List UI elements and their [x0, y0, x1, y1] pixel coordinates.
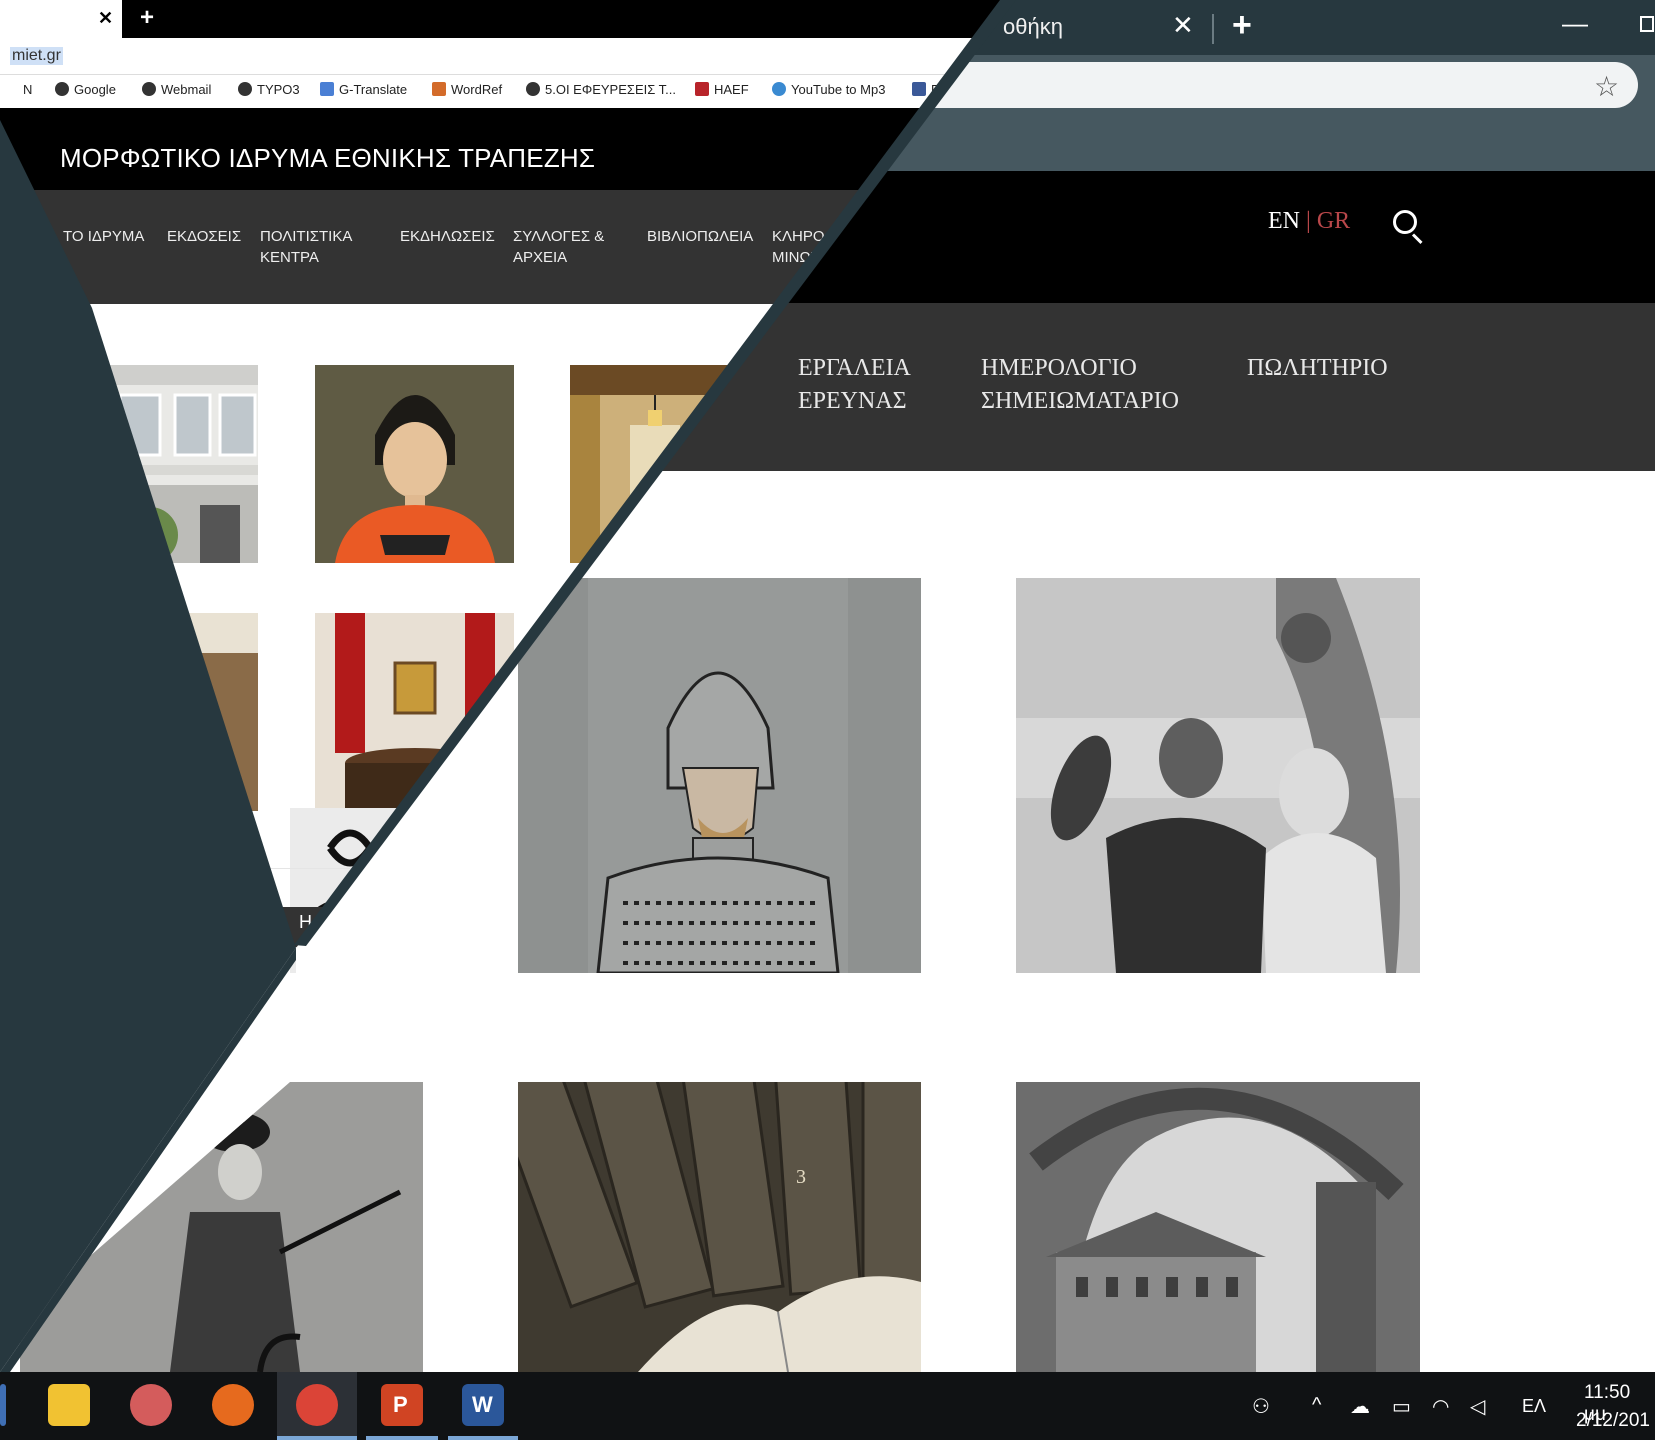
- right-new-tab-button[interactable]: +: [1232, 6, 1252, 45]
- bookmark-youtube-mp3[interactable]: YouTube to Mp3: [772, 82, 885, 97]
- powerpoint-icon[interactable]: P: [381, 1384, 423, 1426]
- bookmark-g-translate[interactable]: G-Translate: [320, 82, 407, 97]
- bookmark-label: TYPO3: [257, 82, 300, 97]
- bookmark-label: 5.ΟΙ ΕΦΕΥΡΕΣΕΙΣ Τ...: [545, 82, 676, 97]
- gallery-tile-knight-sketch[interactable]: [518, 578, 921, 973]
- paint-icon[interactable]: [130, 1384, 172, 1426]
- show-hidden-icons-chevron-icon[interactable]: ^: [1312, 1394, 1321, 1417]
- haef-icon: [695, 82, 709, 96]
- globe-icon: [526, 82, 540, 96]
- nav-calendar-notebook[interactable]: ΗΜΕΡΟΛΟΓΙΟ ΣΗΜΕΙΩΜΑΤΑΡΙΟ: [981, 352, 1179, 418]
- lang-gr-link[interactable]: GR: [1317, 208, 1350, 234]
- left-new-tab-button[interactable]: +: [140, 4, 154, 32]
- bookmark-n[interactable]: N: [23, 82, 32, 97]
- start-edge-icon[interactable]: [0, 1384, 6, 1426]
- people-icon[interactable]: ⚇: [1252, 1394, 1270, 1419]
- nav-publications[interactable]: ΕΚΔΟΣΕΙΣ: [167, 226, 241, 247]
- bookmark-wordref[interactable]: WordRef: [432, 82, 502, 97]
- globe-icon: [142, 82, 156, 96]
- right-tab-close-icon[interactable]: ✕: [1172, 10, 1194, 41]
- bookmark-label: Webmail: [161, 82, 212, 97]
- old-books-image: [518, 1082, 921, 1372]
- gallery-tile-building[interactable]: [100, 365, 258, 563]
- book-spine-number: 3: [796, 1166, 806, 1188]
- nav-collections-archives[interactable]: ΣΥΛΛΟΓΕΣ & ΑΡΧΕΙΑ: [513, 226, 604, 268]
- chrome-active-indicator: [277, 1436, 357, 1440]
- bookmark-star-icon[interactable]: ☆: [1594, 70, 1619, 103]
- nav-events[interactable]: ΕΚΔΗΛΩΣΕΙΣ: [400, 226, 495, 247]
- translate-icon: [320, 82, 334, 96]
- url-text[interactable]: miet.gr: [10, 47, 63, 65]
- word-icon[interactable]: W: [462, 1384, 504, 1426]
- nav-calendar-line1: ΗΜΕΡΟΛΟΓΙΟ: [981, 355, 1137, 381]
- nav-bookstores[interactable]: ΒΙΒΛΙΟΠΩΛΕΙΑ: [647, 226, 753, 247]
- onedrive-cloud-icon[interactable]: ☁: [1350, 1394, 1370, 1419]
- wifi-icon[interactable]: ◠: [1432, 1394, 1449, 1419]
- nav-calendar-line2: ΣΗΜΕΙΩΜΑΤΑΡΙΟ: [981, 388, 1179, 414]
- bookmark-label: N: [23, 82, 33, 97]
- bookmark-label: YouTube to Mp3: [791, 82, 886, 97]
- left-tab-close-icon[interactable]: ✕: [98, 8, 113, 29]
- bookmark-typo3[interactable]: TYPO3: [238, 82, 300, 97]
- right-tab-title[interactable]: οθήκη: [1003, 14, 1063, 40]
- nav-research-tools-line1: ΕΡΓΑΛΕΙΑ: [798, 355, 911, 381]
- maximize-button[interactable]: [1640, 16, 1654, 32]
- bookmark-label: WordRef: [451, 82, 503, 97]
- gallery-tile-arch-engraving[interactable]: [1016, 1082, 1420, 1372]
- globe-icon: [238, 82, 252, 96]
- gallery-tile-woman-painting[interactable]: [315, 365, 514, 563]
- bookmark-inventions[interactable]: 5.ΟΙ ΕΦΕΥΡΕΣΕΙΣ Τ...: [526, 82, 676, 97]
- nav-research-tools-line2: ΕΡΕΥΝΑΣ: [798, 388, 907, 414]
- arch-engraving-image: [1016, 1082, 1420, 1372]
- bookmark-label: G-Translate: [339, 82, 408, 97]
- volume-icon[interactable]: ◁: [1470, 1394, 1485, 1419]
- chrome-icon[interactable]: [296, 1384, 338, 1426]
- bookmark-google[interactable]: Google: [55, 82, 116, 97]
- word-letter: W: [472, 1392, 493, 1417]
- download-icon: [772, 82, 786, 96]
- file-explorer-icon[interactable]: [48, 1384, 90, 1426]
- search-icon[interactable]: [1393, 210, 1417, 234]
- nav-research-tools[interactable]: ΕΡΓΑΛΕΙΑ ΕΡΕΥΝΑΣ: [798, 352, 911, 418]
- bookmark-webmail[interactable]: Webmail: [142, 82, 211, 97]
- gallery-tile-figurehead-photo[interactable]: [1016, 578, 1420, 973]
- nav-cultural-centers[interactable]: ΠΟΛΙΤΙΣΤΙΚΑ ΚΕΝΤΡΑ: [260, 226, 352, 268]
- bookmark-facebook[interactable]: F: [912, 82, 939, 97]
- exhibition-room-image: [100, 613, 258, 811]
- right-address-bar[interactable]: [880, 62, 1638, 108]
- globe-icon: [55, 82, 69, 96]
- nav-collections-line1: ΣΥΛΛΟΓΕΣ &: [513, 228, 605, 245]
- knight-sketch-image: [518, 578, 921, 973]
- lang-en-link[interactable]: EN: [1268, 208, 1300, 234]
- woman-painting-image: [315, 365, 514, 563]
- building-image: [100, 365, 258, 563]
- facebook-icon: [912, 82, 926, 96]
- lang-separator: |: [1300, 208, 1317, 234]
- tab-separator: [1212, 14, 1214, 44]
- site-title[interactable]: ΜΟΡΦΩΤΙΚΟ ΙΔΡΥΜΑ ΕΘΝΙΚΗΣ ΤΡΑΠΕΖΗΣ: [60, 143, 595, 174]
- gallery-tile-old-books[interactable]: 3: [518, 1082, 921, 1372]
- nav-shop[interactable]: ΠΩΛΗΤΗΡΙΟ: [1247, 352, 1388, 385]
- nav-cultural-line2: ΚΕΝΤΡΑ: [260, 249, 319, 266]
- bookmark-label: HAEF: [714, 82, 749, 97]
- word-running-indicator: [448, 1436, 518, 1440]
- battery-icon[interactable]: ▭: [1392, 1394, 1411, 1419]
- bookmark-haef[interactable]: HAEF: [695, 82, 749, 97]
- powerpoint-letter: P: [393, 1392, 408, 1417]
- nav-cultural-line1: ΠΟΛΙΤΙΣΤΙΚΑ: [260, 228, 353, 245]
- wordref-icon: [432, 82, 446, 96]
- figurehead-photo-image: [1016, 578, 1420, 973]
- clock-date[interactable]: 2/12/201: [1576, 1410, 1650, 1432]
- firefox-icon[interactable]: [212, 1384, 254, 1426]
- minimize-button[interactable]: —: [1562, 8, 1588, 39]
- language-switcher: EN | GR: [1268, 208, 1350, 235]
- bookmark-label: Google: [74, 82, 116, 97]
- powerpoint-running-indicator: [366, 1436, 438, 1440]
- nav-foundation[interactable]: ΤΟ ΙΔΡΥΜΑ: [63, 226, 144, 247]
- input-language[interactable]: ΕΛ: [1522, 1396, 1546, 1417]
- gallery-tile-exhibition-room[interactable]: [100, 613, 258, 811]
- nav-collections-line2: ΑΡΧΕΙΑ: [513, 249, 568, 266]
